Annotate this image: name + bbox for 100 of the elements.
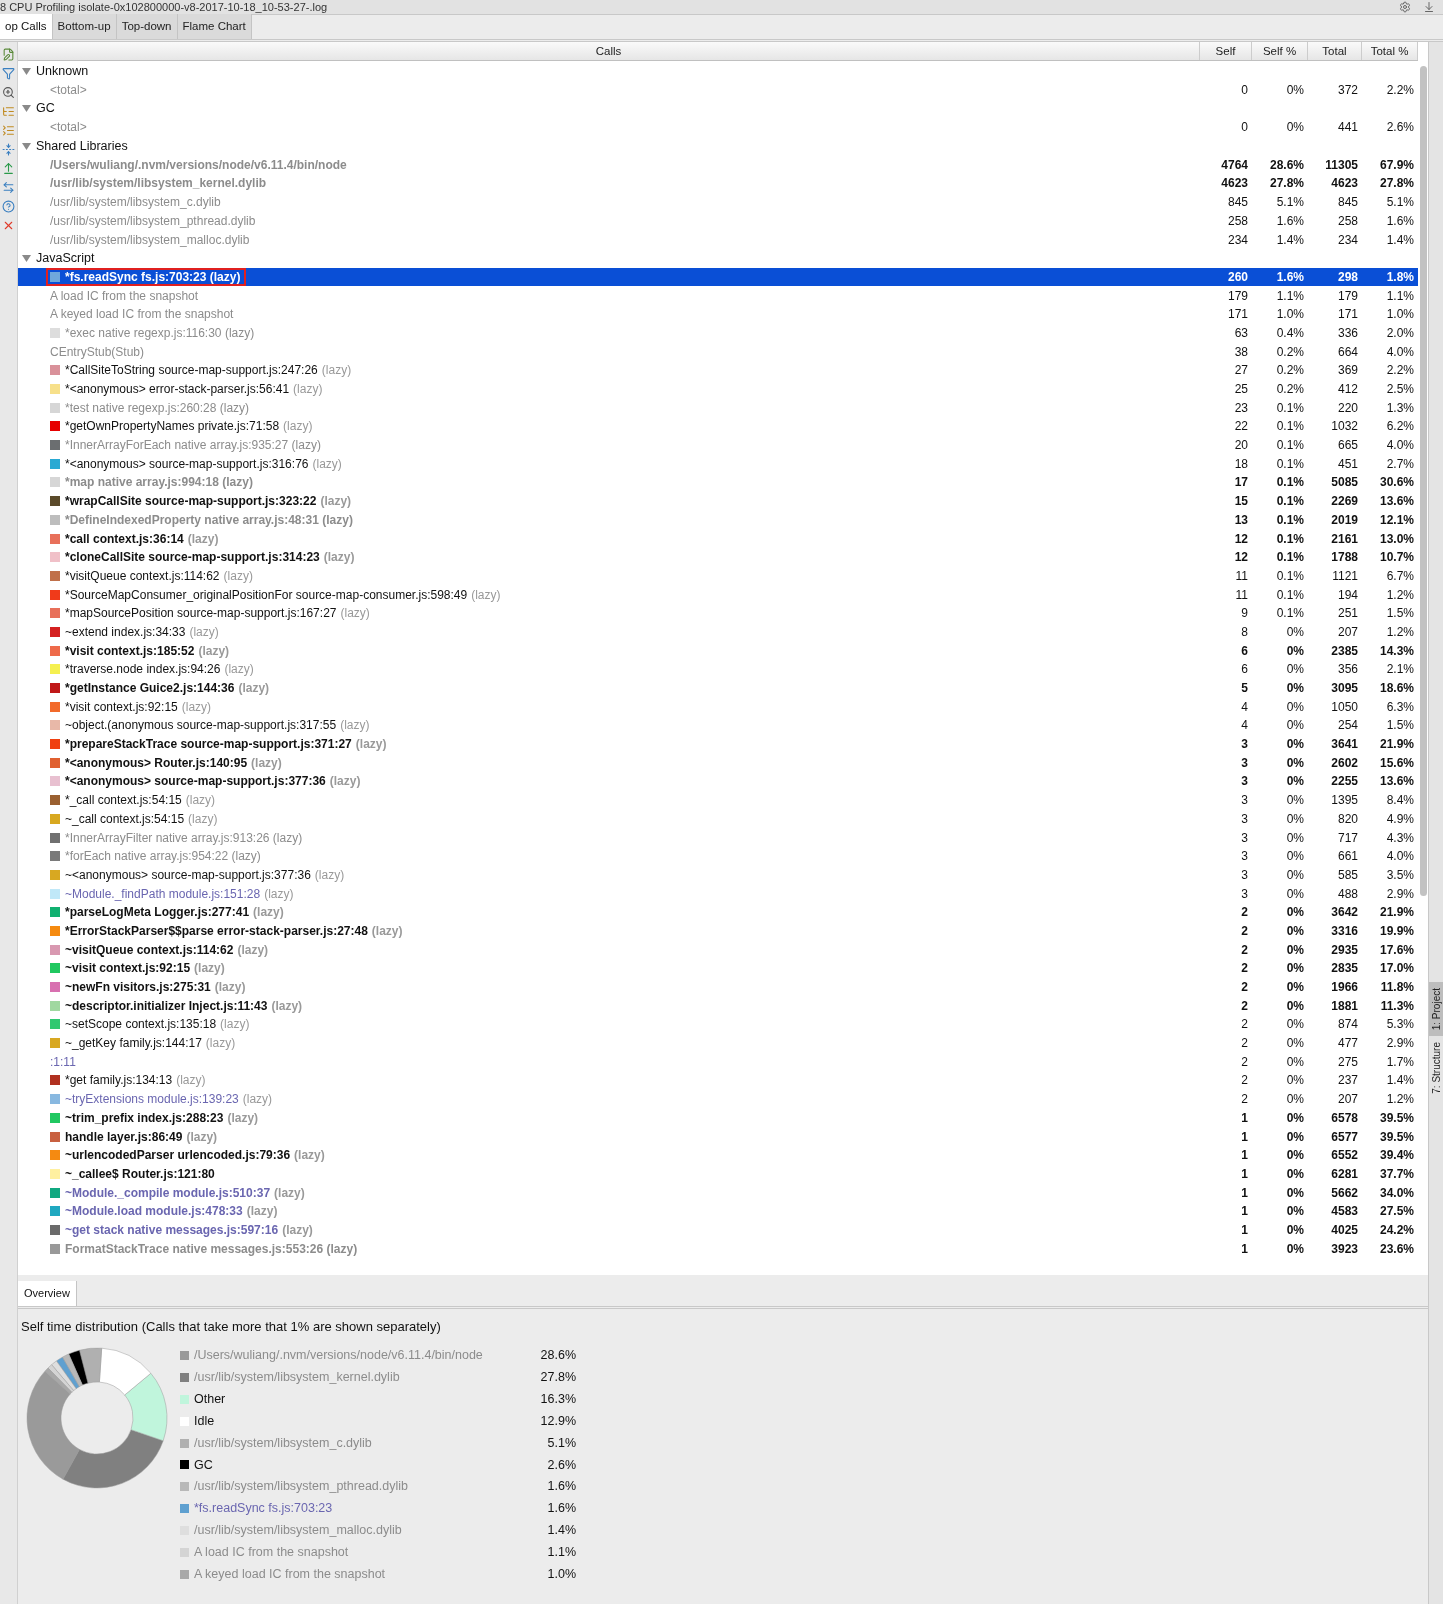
table-row[interactable]: ~_callee$ Router.js:121:80 1 0% 6281 37.7% xyxy=(18,1164,1418,1184)
table-row[interactable]: ~newFn visitors.js:275:31 (lazy) 2 0% 1966 11.8% xyxy=(18,977,1418,997)
table-row[interactable]: ~_call context.js:54:15 (lazy) 3 0% 820 4.9% xyxy=(18,809,1418,829)
table-row[interactable]: *cloneCallSite source-map-support.js:314:23 (lazy) 12 0.1% 1788 10.7% xyxy=(18,547,1418,567)
self-cell-text: 260 xyxy=(1226,268,1249,286)
table-row[interactable]: handle layer.js:86:49 (lazy) 1 0% 6577 39.5% xyxy=(18,1127,1418,1146)
self-percent-cell-text: 0% xyxy=(1285,941,1305,959)
side-tab[interactable]: 1: Project xyxy=(1429,982,1443,1037)
table-row[interactable]: *prepareStackTrace source-map-support.js:371:27 (lazy) 3 0% 3641 21.9% xyxy=(18,734,1418,754)
table-row[interactable]: ~trim_prefix index.js:288:23 (lazy) 1 0% 6578 39.5% xyxy=(18,1108,1418,1128)
table-row[interactable]: *visit context.js:185:52 (lazy) 6 0% 2385 14.3% xyxy=(18,641,1418,660)
table-row[interactable]: /usr/lib/system/libsystem_c.dylib 845 5.1% 845 5.1% xyxy=(18,192,1418,212)
table-row[interactable]: ~descriptor.initializer Inject.js:11:43 (lazy) 2 0% 1881 11.3% xyxy=(18,996,1418,1016)
self-cell-text: 179 xyxy=(1226,287,1249,305)
export-icon[interactable] xyxy=(2,162,15,175)
table-row[interactable]: *CallSiteToString source-map-support.js:247:26 (lazy) 27 0.2% 369 2.2% xyxy=(18,361,1418,380)
settings-icon[interactable] xyxy=(1399,1,1411,13)
table-row[interactable]: *call context.js:36:14 (lazy) 12 0.1% 2161 13.0% xyxy=(18,529,1418,548)
self-percent-cell-text: 0.1% xyxy=(1275,586,1305,604)
table-row[interactable]: CEntryStub(Stub) 38 0.2% 664 4.0% xyxy=(18,342,1418,361)
expand-triangle-icon[interactable] xyxy=(22,141,31,151)
table-row[interactable]: *DefineIndexedProperty native array.js:48:31 (lazy) 13 0.1% 2019 12.1% xyxy=(18,510,1418,530)
table-row[interactable]: *getInstance Guice2.js:144:36 (lazy) 5 0% 3095 18.6% xyxy=(18,678,1418,698)
table-row[interactable]: /usr/lib/system/libsystem_pthread.dylib 258 1.6% 258 1.6% xyxy=(18,211,1418,231)
self-cell-text: 2 xyxy=(1240,1053,1249,1071)
table-row[interactable]: *mapSourcePosition source-map-support.js:167:27 (lazy) 9 0.1% 251 1.5% xyxy=(18,603,1418,623)
table-row[interactable]: ~Module.load module.js:478:33 (lazy) 1 0% 4583 27.5% xyxy=(18,1201,1418,1221)
close-icon[interactable] xyxy=(2,219,15,232)
table-row[interactable]: *<anonymous> Router.js:140:95 (lazy) 3 0% 2602 15.6% xyxy=(18,753,1418,773)
table-row[interactable]: ~<anonymous> source-map-support.js:377:36 (lazy) 3 0% 585 3.5% xyxy=(18,865,1418,885)
table-row[interactable]: ~tryExtensions module.js:139:23 (lazy) 2 0% 207 1.2% xyxy=(18,1089,1418,1109)
table-row[interactable]: ~Module._findPath module.js:151:28 (lazy) 3 0% 488 2.9% xyxy=(18,884,1418,903)
table-row[interactable]: A load IC from the snapshot 179 1.1% 179 1.1% xyxy=(18,286,1418,305)
table-row[interactable]: ~visit context.js:92:15 (lazy) 2 0% 2835 17.0% xyxy=(18,959,1418,978)
table-row[interactable]: *ErrorStackParser$$parse error-stack-parser.js:27:48 (lazy) 2 0% 3316 19.9% xyxy=(18,921,1418,941)
table-row[interactable]: *map native array.js:994:18 (lazy) 17 0.1% 5085 30.6% xyxy=(18,473,1418,492)
table-row[interactable]: *forEach native array.js:954:22 (lazy) 3 0% 661 4.0% xyxy=(18,846,1418,866)
table-row[interactable]: ~urlencodedParser urlencoded.js:79:36 (lazy) 1 0% 6552 39.4% xyxy=(18,1145,1418,1165)
tab[interactable]: op Calls xyxy=(0,14,53,39)
self-cell-text: 3 xyxy=(1240,773,1249,791)
table-row[interactable]: ~Module._compile module.js:510:37 (lazy) 1 0% 5662 34.0% xyxy=(18,1183,1418,1202)
table-row[interactable]: <total> 0 0% 441 2.6% xyxy=(18,118,1418,137)
column-header[interactable]: Calls xyxy=(18,42,1200,60)
table-row[interactable]: /usr/lib/system/libsystem_kernel.dylib 4623 27.8% 4623 27.8% xyxy=(18,174,1418,193)
table-row[interactable]: :1:11 2 0% 275 1.7% xyxy=(18,1052,1418,1072)
table-row[interactable]: *<anonymous> source-map-support.js:316:76 (lazy) 18 0.1% 451 2.7% xyxy=(18,454,1418,474)
table-row[interactable]: *fs.readSync fs.js:703:23 (lazy) 260 1.6% 298 1.8% xyxy=(18,267,1418,287)
scrollbar[interactable] xyxy=(1419,66,1427,896)
lazy-tag: (lazy) xyxy=(186,1127,218,1146)
table-row[interactable]: *<anonymous> source-map-support.js:377:36 (lazy) 3 0% 2255 13.6% xyxy=(18,772,1418,791)
table-row[interactable]: FormatStackTrace native messages.js:553:26 (lazy) 1 0% 3923 23.6% xyxy=(18,1239,1418,1258)
function-name: <total> xyxy=(50,82,87,100)
tab[interactable]: Top-down xyxy=(116,14,178,39)
table-row[interactable]: *traverse.node index.js:94:26 (lazy) 6 0% 356 2.1% xyxy=(18,660,1418,679)
table-row[interactable]: *test native regexp.js:260:28 (lazy) 23 0.1% 220 1.3% xyxy=(18,398,1418,418)
tab[interactable]: Bottom-up xyxy=(52,14,117,39)
collapse-icon[interactable] xyxy=(2,143,15,156)
table-row[interactable]: *parseLogMeta Logger.js:277:41 (lazy) 2 0% 3642 21.9% xyxy=(18,902,1418,922)
download-icon[interactable] xyxy=(1423,1,1435,13)
table-row[interactable]: A keyed load IC from the snapshot 171 1.0% 171 1.0% xyxy=(18,304,1418,324)
expand-triangle-icon[interactable] xyxy=(22,66,31,76)
table-row[interactable]: <total> 0 0% 372 2.2% xyxy=(18,80,1418,100)
column-header[interactable]: Self xyxy=(1200,42,1252,60)
tab[interactable]: Flame Chart xyxy=(177,14,252,39)
total-percent-cell-text: 1.4% xyxy=(1385,231,1415,249)
table-row[interactable]: *InnerArrayForEach native array.js:935:27 (lazy) 20 0.1% 665 4.0% xyxy=(18,435,1418,455)
filter-icon[interactable] xyxy=(2,67,15,80)
expand-triangle-icon[interactable] xyxy=(22,253,31,263)
column-header[interactable]: Self % xyxy=(1252,42,1308,60)
self-percent-cell-text: 0% xyxy=(1285,717,1305,735)
table-row[interactable]: *_call context.js:54:15 (lazy) 3 0% 1395 8.4% xyxy=(18,790,1418,810)
zoom-icon[interactable] xyxy=(2,86,15,99)
table-row[interactable]: ~setScope context.js:135:18 (lazy) 2 0% 874 5.3% xyxy=(18,1015,1418,1034)
table-row[interactable]: /usr/lib/system/libsystem_malloc.dylib 234 1.4% 234 1.4% xyxy=(18,230,1418,249)
table-row[interactable]: *wrapCallSite source-map-support.js:323:22 (lazy) 15 0.1% 2269 13.6% xyxy=(18,491,1418,511)
table-row[interactable]: *<anonymous> error-stack-parser.js:56:41 (lazy) 25 0.2% 412 2.5% xyxy=(18,379,1418,399)
total-percent-cell-text: 10.7% xyxy=(1378,549,1415,567)
list-icon[interactable] xyxy=(2,124,15,137)
table-row[interactable]: /Users/wuliang/.nvm/versions/node/v6.11.4/bin/node 4764 28.6% 11305 67.9% xyxy=(18,155,1418,175)
table-row[interactable]: ~get stack native messages.js:597:16 (lazy) 1 0% 4025 24.2% xyxy=(18,1220,1418,1240)
table-row[interactable]: *visit context.js:92:15 (lazy) 4 0% 1050 6.3% xyxy=(18,697,1418,717)
expand-triangle-icon[interactable] xyxy=(22,104,31,114)
column-header[interactable]: Total xyxy=(1308,42,1362,60)
table-row[interactable]: *getOwnPropertyNames private.js:71:58 (lazy) 22 0.1% 1032 6.2% xyxy=(18,417,1418,436)
table-row[interactable]: *SourceMapConsumer_originalPositionFor source-map-consumer.js:598:49 (lazy) 11 0.1% 194 1.2% xyxy=(18,585,1418,604)
table-row[interactable]: *visitQueue context.js:114:62 (lazy) 11 0.1% 1121 6.7% xyxy=(18,566,1418,586)
table-row[interactable]: *InnerArrayFilter native array.js:913:26 (lazy) 3 0% 717 4.3% xyxy=(18,828,1418,847)
self-cell-text: 17 xyxy=(1233,474,1249,492)
table-row[interactable]: ~_getKey family.js:144:17 (lazy) 2 0% 477 2.9% xyxy=(18,1033,1418,1053)
edit-icon[interactable] xyxy=(2,48,15,61)
table-row[interactable]: *exec native regexp.js:116:30 (lazy) 63 0.4% 336 2.0% xyxy=(18,323,1418,343)
table-row[interactable]: ~visitQueue context.js:114:62 (lazy) 2 0% 2935 17.6% xyxy=(18,940,1418,959)
arrows-icon[interactable] xyxy=(2,181,15,194)
table-row[interactable]: ~extend index.js:34:33 (lazy) 8 0% 207 1.2% xyxy=(18,622,1418,642)
help-icon[interactable] xyxy=(2,200,15,213)
table-row[interactable]: *get family.js:134:13 (lazy) 2 0% 237 1.4% xyxy=(18,1071,1418,1090)
self-percent-cell-text: 0% xyxy=(1285,82,1305,100)
tree-icon[interactable] xyxy=(2,105,15,118)
table-row[interactable]: ~object.(anonymous source-map-support.js:317:55 (lazy) 4 0% 254 1.5% xyxy=(18,716,1418,735)
tab[interactable]: Overview xyxy=(18,1281,77,1306)
